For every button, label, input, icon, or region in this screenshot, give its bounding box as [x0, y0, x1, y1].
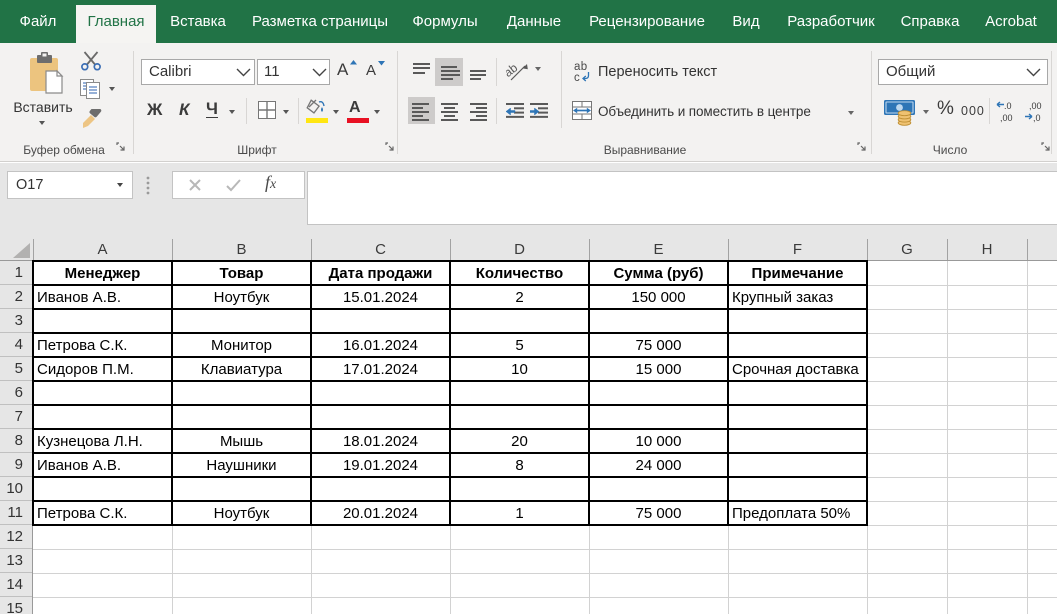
svg-text:,00: ,00: [1029, 101, 1042, 111]
svg-text:,0: ,0: [1033, 113, 1041, 123]
svg-text:,00: ,00: [1000, 113, 1013, 123]
svg-text:.0: .0: [1004, 101, 1012, 111]
svg-text:ab: ab: [506, 60, 520, 79]
